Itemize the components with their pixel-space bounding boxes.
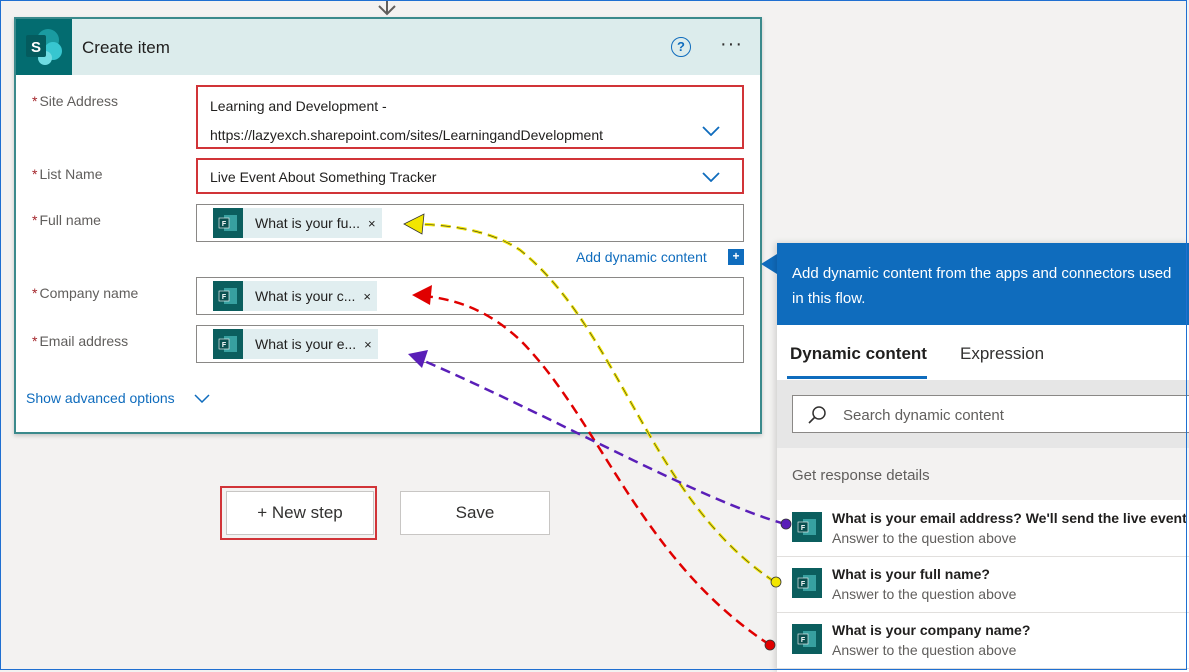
dynamic-item-subtitle: Answer to the question above — [832, 642, 1017, 658]
svg-text:F: F — [801, 637, 806, 644]
remove-token-icon[interactable]: × — [364, 337, 372, 352]
show-advanced-options-link[interactable]: Show advanced options — [26, 390, 175, 406]
svg-text:F: F — [222, 294, 227, 301]
company-name-token-text: What is your c... — [255, 288, 356, 304]
required-mark: * — [32, 285, 38, 301]
chevron-down-icon[interactable] — [194, 394, 210, 403]
add-dynamic-content-link[interactable]: Add dynamic content — [576, 249, 707, 265]
forms-icon: F — [213, 281, 243, 311]
company-name-label: * Company name — [32, 285, 138, 301]
remove-token-icon[interactable]: × — [363, 289, 371, 304]
company-name-token[interactable]: F What is your c... × — [213, 281, 377, 311]
svg-text:F: F — [801, 525, 806, 532]
chevron-down-icon[interactable] — [702, 126, 720, 136]
search-icon — [808, 406, 826, 424]
red-arrow-origin — [764, 639, 776, 651]
chevron-down-icon[interactable] — [702, 172, 720, 182]
site-address-label-text: Site Address — [39, 93, 119, 109]
required-mark: * — [32, 212, 38, 228]
svg-text:F: F — [801, 581, 806, 588]
dynamic-item-email[interactable]: F What is your email address? We'll send… — [777, 500, 1189, 557]
full-name-token-text: What is your fu... — [255, 215, 361, 231]
list-name-label-text: List Name — [39, 166, 103, 182]
required-mark: * — [32, 333, 38, 349]
dynamic-item-title: What is your company name? — [832, 622, 1031, 638]
dynamic-item-title: What is your email address? We'll send t… — [832, 510, 1187, 526]
sharepoint-icon: S — [16, 19, 72, 75]
panel-pointer — [761, 254, 777, 274]
email-address-label-text: Email address — [39, 333, 129, 349]
forms-icon: F — [792, 624, 822, 654]
section-header-text: Get response details — [792, 467, 930, 484]
save-button[interactable]: Save — [400, 491, 550, 535]
forms-icon: F — [213, 208, 243, 238]
email-address-input[interactable]: F What is your e... × — [196, 325, 744, 363]
company-name-label-text: Company name — [39, 285, 139, 301]
email-address-token-text: What is your e... — [255, 336, 357, 352]
site-address-line1: Learning and Development - — [210, 98, 387, 114]
help-icon[interactable]: ? — [671, 37, 691, 57]
list-name-dropdown[interactable]: Live Event About Something Tracker — [196, 158, 744, 194]
required-mark: * — [32, 93, 38, 109]
dynamic-item-company-name[interactable]: F What is your company name? Answer to t… — [777, 612, 1189, 669]
dynamic-item-title: What is your full name? — [832, 566, 990, 582]
search-area: Search dynamic content — [777, 380, 1189, 448]
site-address-dropdown[interactable]: Learning and Development - https://lazye… — [196, 85, 744, 149]
dynamic-item-subtitle: Answer to the question above — [832, 530, 1017, 546]
full-name-input[interactable]: F What is your fu... × — [196, 204, 744, 242]
tab-expression[interactable]: Expression — [960, 344, 1044, 364]
more-options-icon[interactable]: ··· — [720, 33, 743, 56]
forms-icon: F — [213, 329, 243, 359]
full-name-token[interactable]: F What is your fu... × — [213, 208, 382, 238]
company-name-input[interactable]: F What is your c... × — [196, 277, 744, 315]
add-dynamic-content-plus-icon[interactable]: + — [728, 249, 744, 265]
site-address-line2: https://lazyexch.sharepoint.com/sites/Le… — [210, 127, 603, 143]
email-address-label: * Email address — [32, 333, 128, 349]
dynamic-item-full-name[interactable]: F What is your full name? Answer to the … — [777, 556, 1189, 613]
svg-text:F: F — [222, 221, 227, 228]
list-name-label: * List Name — [32, 166, 102, 182]
dynamic-content-panel: Add dynamic content from the apps and co… — [777, 243, 1189, 672]
dynamic-item-subtitle: Answer to the question above — [832, 586, 1017, 602]
flow-connector-arrow-icon — [378, 0, 396, 16]
create-item-card: S Create item ? ··· * Site Address Learni… — [14, 17, 762, 434]
full-name-label: * Full name — [32, 212, 101, 228]
card-title: Create item — [82, 38, 170, 57]
forms-icon: F — [792, 512, 822, 542]
remove-token-icon[interactable]: × — [368, 216, 376, 231]
search-dynamic-content-input[interactable]: Search dynamic content — [792, 395, 1189, 433]
active-tab-indicator — [787, 376, 927, 379]
forms-icon: F — [792, 568, 822, 598]
search-placeholder: Search dynamic content — [843, 407, 1004, 424]
required-mark: * — [32, 166, 38, 182]
site-address-label: * Site Address — [32, 93, 118, 109]
dynamic-panel-header: Add dynamic content from the apps and co… — [777, 243, 1189, 325]
tab-dynamic-content[interactable]: Dynamic content — [790, 344, 927, 364]
section-header-get-response-details[interactable]: Get response details — [777, 448, 1189, 500]
dynamic-panel-header-text: Add dynamic content from the apps and co… — [792, 265, 1172, 307]
card-header[interactable]: S Create item ? ··· — [16, 19, 760, 75]
email-address-token[interactable]: F What is your e... × — [213, 329, 378, 359]
full-name-label-text: Full name — [39, 212, 101, 228]
svg-text:S: S — [31, 39, 41, 56]
new-step-button[interactable]: + New step — [226, 491, 374, 535]
list-name-value: Live Event About Something Tracker — [210, 169, 437, 185]
svg-text:F: F — [222, 342, 227, 349]
